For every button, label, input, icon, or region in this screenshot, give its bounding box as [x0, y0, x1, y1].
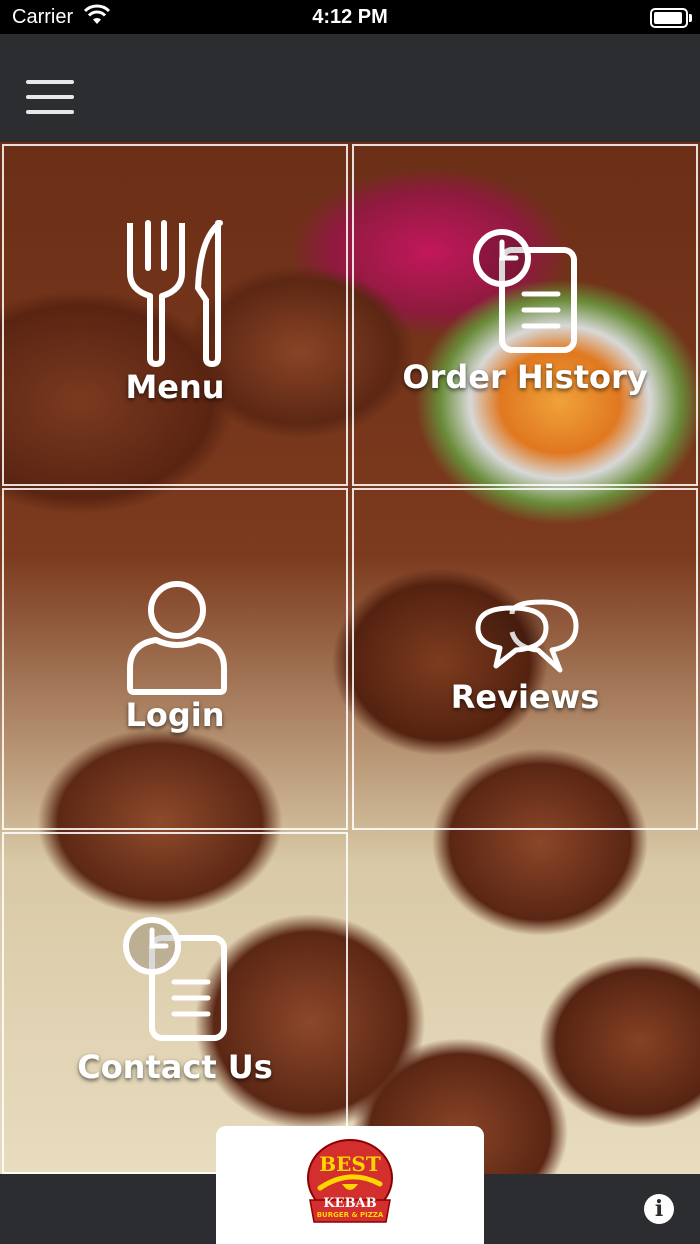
tile-contact-us-label: Contact Us [77, 1048, 273, 1086]
tile-reviews-label: Reviews [450, 678, 600, 716]
clock-document-icon [123, 917, 227, 1041]
user-icon [127, 581, 227, 695]
chat-bubbles-icon [475, 599, 579, 673]
tile-order-history-label: Order History [402, 358, 648, 396]
hero-background-image: Menu Order History Login Reviews Contact… [0, 142, 700, 1174]
top-navigation-bar [0, 34, 700, 142]
tile-login[interactable]: Login [2, 488, 348, 830]
hamburger-menu-icon[interactable] [26, 80, 74, 116]
tile-menu-label: Menu [125, 368, 225, 406]
best-kebab-logo: BEST KEBAB BURGER & PIZZA [306, 1138, 394, 1232]
logo-card[interactable]: BEST KEBAB BURGER & PIZZA [216, 1126, 484, 1244]
tile-contact-us[interactable]: Contact Us [2, 832, 348, 1174]
logo-text-kebab: KEBAB [323, 1196, 377, 1211]
tile-menu[interactable]: Menu [2, 144, 348, 486]
tile-order-history[interactable]: Order History [352, 144, 698, 486]
info-icon[interactable]: i [644, 1194, 674, 1224]
logo-text-best: BEST [319, 1152, 381, 1176]
tile-reviews[interactable]: Reviews [352, 488, 698, 830]
tile-login-label: Login [125, 696, 225, 734]
status-bar: Carrier 4:12 PM [0, 0, 700, 34]
logo-text-subtitle: BURGER & PIZZA [316, 1211, 384, 1219]
clock-document-icon [473, 229, 577, 353]
battery-icon [650, 8, 692, 28]
status-time: 4:12 PM [312, 6, 388, 28]
fork-knife-icon [127, 220, 223, 367]
